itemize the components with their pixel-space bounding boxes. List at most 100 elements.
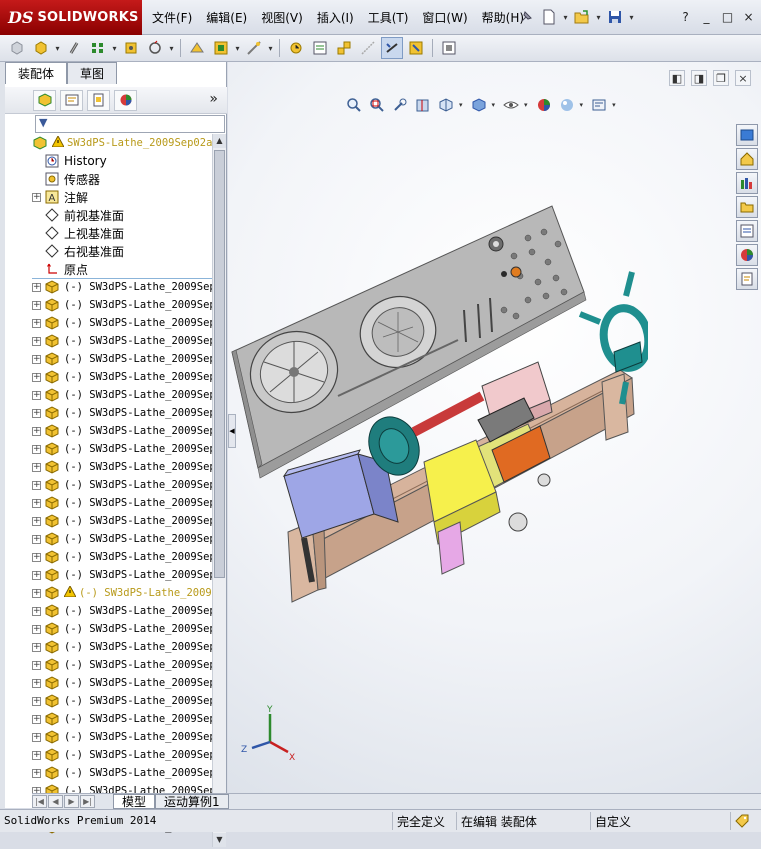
- snapshot-icon[interactable]: [438, 37, 460, 59]
- help-icon[interactable]: ?: [677, 8, 694, 25]
- expand-icon[interactable]: +: [32, 678, 41, 688]
- tree-component-row[interactable]: + (-) SW3dPS-Lathe_2009Sep: [32, 728, 217, 746]
- close-icon[interactable]: ×: [740, 8, 757, 25]
- zoom-to-area-icon[interactable]: [367, 95, 387, 115]
- chevron-down-icon[interactable]: ▾: [267, 44, 274, 53]
- expand-icon[interactable]: +: [32, 588, 41, 598]
- tree-component-row[interactable]: + (-) SW3dPS-Lathe_2009Sep: [32, 296, 217, 314]
- expand-icon[interactable]: +: [32, 498, 41, 508]
- explode-line-sketch-icon[interactable]: [357, 37, 379, 59]
- edit-appearance-icon[interactable]: [534, 95, 554, 115]
- previous-view-icon[interactable]: [390, 95, 410, 115]
- expand-icon[interactable]: +: [32, 606, 41, 616]
- tree-root[interactable]: SW3dPS-Lathe_2009Sep02a: [32, 134, 217, 152]
- chevron-down-icon[interactable]: ▾: [595, 13, 602, 22]
- tree-component-row[interactable]: + (-) SW3dPS-Lathe_2009Sep: [32, 476, 217, 494]
- update-speedpak-icon[interactable]: [405, 37, 427, 59]
- tree-component-row[interactable]: + (-) SW3dPS-Lathe_2009Sep: [32, 530, 217, 548]
- expand-icon[interactable]: +: [32, 714, 41, 724]
- tree-component-row[interactable]: + (-) SW3dPS-Lathe_2009Sep: [32, 332, 217, 350]
- restore-viewport-icon[interactable]: ❐: [713, 70, 729, 86]
- tile-right-icon[interactable]: ◨: [691, 70, 707, 86]
- menu-edit[interactable]: 编辑(E): [199, 9, 254, 26]
- solidworks-logo[interactable]: DS SOLIDWORKS: [0, 0, 142, 35]
- tree-item-annotation[interactable]: + A 注解: [32, 188, 217, 206]
- menu-insert[interactable]: 插入(I): [310, 9, 361, 26]
- bill-of-materials-icon[interactable]: [309, 37, 331, 59]
- show-hidden-icon[interactable]: [186, 37, 208, 59]
- reference-geometry-icon[interactable]: [243, 37, 265, 59]
- chevron-down-icon[interactable]: ▾: [234, 44, 241, 53]
- tree-filter-input[interactable]: ▼: [35, 115, 225, 133]
- chevron-down-icon[interactable]: ▾: [580, 101, 584, 109]
- solidworks-resources-icon[interactable]: [736, 124, 758, 146]
- new-part-icon[interactable]: [30, 37, 52, 59]
- design-library-icon[interactable]: [736, 172, 758, 194]
- tree-component-row[interactable]: + (-) SW3dPS-Lathe_2009Sep: [32, 674, 217, 692]
- mate-icon[interactable]: [63, 37, 85, 59]
- expand-icon[interactable]: +: [32, 282, 41, 292]
- tree-component-row[interactable]: + (-) SW3dPS-Lathe_2009Sep: [32, 386, 217, 404]
- tree-item-sensor[interactable]: 传感器: [32, 170, 217, 188]
- tree-component-row[interactable]: + (-) SW3dPS-Lathe_2009Sep: [32, 458, 217, 476]
- tree-component-row[interactable]: + (-) SW3dPS-Lathe_2009Sep: [32, 368, 217, 386]
- tree-component-row[interactable]: + (-) SW3dPS-Lathe_2009: [32, 584, 217, 602]
- appearances-icon[interactable]: [736, 244, 758, 266]
- smart-fasteners-icon[interactable]: [120, 37, 142, 59]
- feature-manager-tree-icon[interactable]: [33, 89, 56, 111]
- expand-panel-icon[interactable]: »: [209, 91, 218, 107]
- expand-icon[interactable]: +: [32, 534, 41, 544]
- move-component-icon[interactable]: [144, 37, 166, 59]
- units-status[interactable]: 自定义: [590, 812, 670, 830]
- close-viewport-icon[interactable]: ×: [735, 70, 751, 86]
- expand-icon[interactable]: +: [32, 300, 41, 310]
- expand-icon[interactable]: +: [32, 318, 41, 328]
- tab-motion-study-1[interactable]: 运动算例1: [155, 794, 229, 809]
- lathe-assembly-model[interactable]: [228, 192, 648, 662]
- save-icon[interactable]: [605, 7, 625, 27]
- property-manager-icon[interactable]: [60, 89, 83, 111]
- pin-icon[interactable]: [516, 7, 536, 27]
- chevron-down-icon[interactable]: ▾: [628, 13, 635, 22]
- expand-icon[interactable]: +: [32, 462, 41, 472]
- exploded-view-icon[interactable]: [333, 37, 355, 59]
- file-explorer-icon[interactable]: [736, 196, 758, 218]
- tree-scrollbar[interactable]: ▲ ▼: [212, 134, 226, 847]
- tree-component-row[interactable]: + (-) SW3dPS-Lathe_2009Sep: [32, 404, 217, 422]
- tab-sketch[interactable]: 草图: [67, 62, 118, 84]
- tree-item-plane[interactable]: 右视基准面: [32, 242, 217, 260]
- expand-icon[interactable]: +: [32, 390, 41, 400]
- expand-icon[interactable]: +: [32, 480, 41, 490]
- tree-component-row[interactable]: + (-) SW3dPS-Lathe_2009Sep: [32, 638, 217, 656]
- expand-icon[interactable]: +: [32, 444, 41, 454]
- scroll-down-icon[interactable]: ▼: [213, 833, 226, 847]
- tree-item-history[interactable]: History: [32, 152, 217, 170]
- expand-icon[interactable]: +: [32, 552, 41, 562]
- tree-component-row[interactable]: + (-) SW3dPS-Lathe_2009Sep: [32, 692, 217, 710]
- new-motion-study-icon[interactable]: [285, 37, 307, 59]
- zoom-to-fit-icon[interactable]: [344, 95, 364, 115]
- scroll-thumb[interactable]: [214, 150, 225, 578]
- chevron-down-icon[interactable]: ▾: [524, 101, 528, 109]
- tree-component-row[interactable]: + (-) SW3dPS-Lathe_2009Sep: [32, 440, 217, 458]
- display-manager-icon[interactable]: [114, 89, 137, 111]
- expand-icon[interactable]: +: [32, 624, 41, 634]
- view-settings-icon[interactable]: [589, 95, 609, 115]
- insert-component-icon[interactable]: [6, 37, 28, 59]
- home-icon[interactable]: [736, 148, 758, 170]
- chevron-down-icon[interactable]: ▾: [54, 44, 61, 53]
- menu-file[interactable]: 文件(F): [145, 9, 199, 26]
- expand-icon[interactable]: +: [32, 516, 41, 526]
- prev-tab-icon[interactable]: ◀: [48, 795, 63, 808]
- expand-icon[interactable]: +: [32, 750, 41, 760]
- linear-pattern-icon[interactable]: [87, 37, 109, 59]
- configuration-manager-icon[interactable]: [87, 89, 110, 111]
- expand-icon[interactable]: +: [32, 696, 41, 706]
- new-document-icon[interactable]: [539, 7, 559, 27]
- expand-icon[interactable]: +: [32, 354, 41, 364]
- tag-icon[interactable]: [730, 812, 756, 830]
- expand-icon[interactable]: +: [32, 768, 41, 778]
- minimize-icon[interactable]: _: [698, 8, 715, 25]
- chevron-down-icon[interactable]: ▾: [111, 44, 118, 53]
- chevron-down-icon[interactable]: ▾: [562, 13, 569, 22]
